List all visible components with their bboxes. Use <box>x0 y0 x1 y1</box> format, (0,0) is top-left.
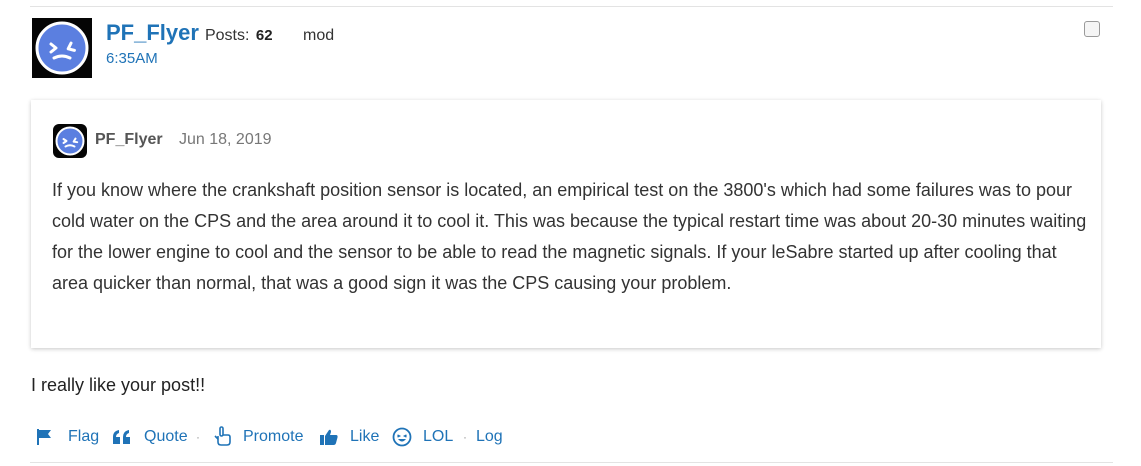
quote-icon <box>113 430 130 444</box>
thumbs-up-icon <box>320 429 338 445</box>
quote-author[interactable]: PF_Flyer <box>95 131 163 149</box>
top-divider <box>30 6 1113 7</box>
laughing-face-icon <box>392 427 412 447</box>
quote-avatar[interactable] <box>53 124 87 158</box>
promote-label: Promote <box>243 428 304 445</box>
log-link[interactable]: Log <box>476 426 503 448</box>
select-post-checkbox[interactable] <box>1084 21 1100 37</box>
post-header: PF_Flyer Posts: 62 mod <box>106 20 334 46</box>
flag-icon <box>37 429 51 445</box>
username-link[interactable]: PF_Flyer <box>106 20 199 45</box>
avatar[interactable] <box>32 18 92 78</box>
reply-text: I really like your post!! <box>31 375 206 395</box>
role-label: mod <box>303 27 335 44</box>
avatar-face-icon <box>55 126 85 156</box>
posts-count: 62 <box>255 27 273 44</box>
like-label: Like <box>350 428 380 445</box>
separator: · <box>463 430 467 444</box>
quote-body: If you know where the crankshaft positio… <box>52 180 1087 293</box>
posts-label: Posts: <box>204 27 250 44</box>
quote-label: Quote <box>144 428 188 445</box>
quote-block: PF_Flyer Jun 18, 2019 If you know where … <box>31 100 1101 348</box>
avatar-face-icon <box>35 21 89 75</box>
flag-label: Flag <box>68 428 100 445</box>
bottom-divider <box>30 462 1113 463</box>
separator: · <box>196 430 200 444</box>
pointing-hand-icon <box>214 426 231 446</box>
quote-date: Jun 18, 2019 <box>179 131 272 148</box>
lol-label: LOL <box>423 428 454 445</box>
post-timestamp[interactable]: 6:35AM <box>106 50 158 67</box>
